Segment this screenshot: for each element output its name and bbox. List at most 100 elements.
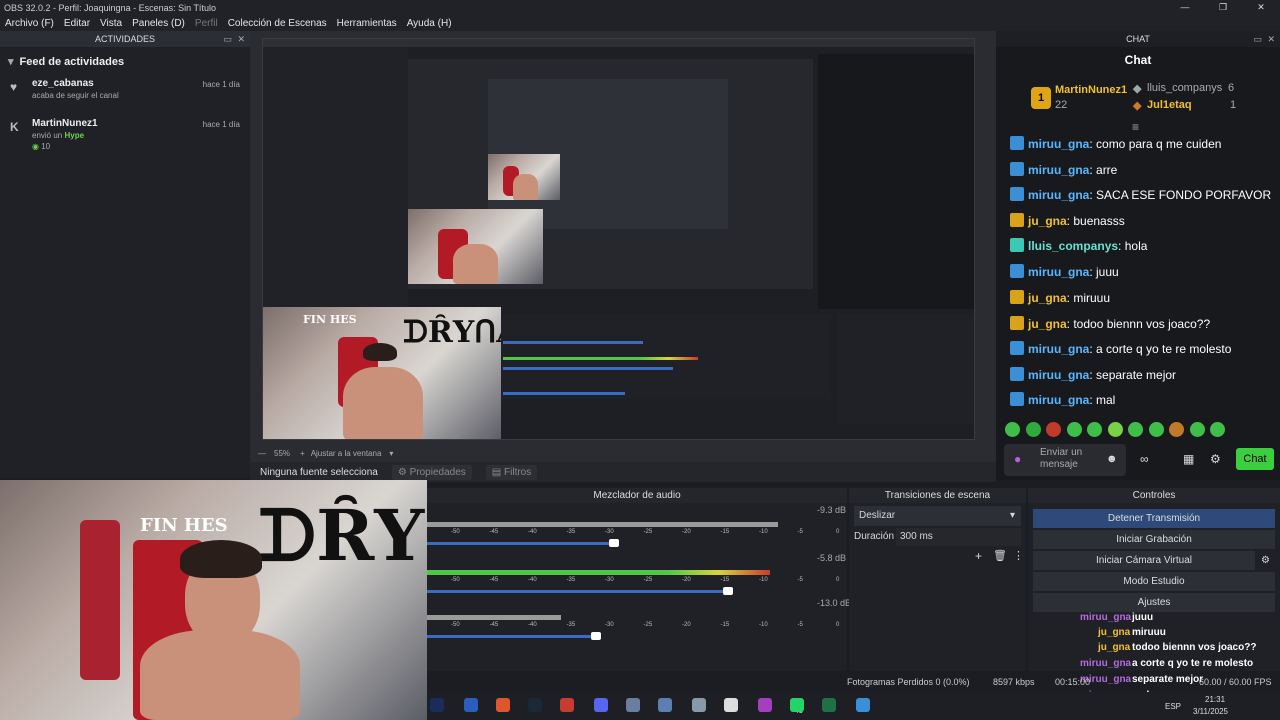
app-icon[interactable]	[626, 698, 640, 712]
emoji-icon[interactable]: ☻	[1106, 453, 1118, 465]
overlay-username: ju_gna	[1098, 627, 1131, 638]
meter-tick: -20	[682, 622, 691, 628]
chat-username[interactable]: ju_gna	[1028, 214, 1067, 228]
chat-username[interactable]: miruu_gna	[1028, 137, 1089, 151]
volume-slider[interactable]	[427, 542, 613, 545]
zoom-out-icon[interactable]: —	[258, 449, 266, 458]
add-icon[interactable]: +	[975, 549, 982, 563]
brave-icon[interactable]	[496, 698, 510, 712]
twitch-icon[interactable]	[758, 698, 772, 712]
more-icon[interactable]: ⋮	[1013, 549, 1024, 562]
meter-tick: -40	[528, 529, 537, 535]
fit-select[interactable]: Ajustar a la ventana	[311, 449, 382, 458]
meter-tick: -10	[759, 577, 768, 583]
chat-username[interactable]: ju_gna	[1028, 317, 1067, 331]
volume-slider[interactable]	[427, 590, 727, 593]
webcam-overlay: ᗪȒYᑎA FIN HES	[0, 480, 427, 720]
chat-username[interactable]: miruu_gna	[1028, 163, 1089, 177]
chat-text: todoo biennn vos joaco??	[1073, 317, 1211, 331]
app-arrow-icon[interactable]	[856, 698, 870, 712]
overlay-username: miruu_gna	[1080, 658, 1132, 669]
settings-button[interactable]: Ajustes	[1033, 593, 1275, 612]
meter-tick: -40	[528, 577, 537, 583]
chat-input[interactable]: ● Enviar un mensaje ☻	[1004, 444, 1126, 476]
chat-username[interactable]: ju_gna	[1028, 291, 1067, 305]
leader-value: 22	[1055, 99, 1068, 111]
leader-name: Jul1etaq	[1147, 99, 1192, 111]
chat-username[interactable]: lluis_companys	[1028, 239, 1118, 253]
chat-username[interactable]: miruu_gna	[1028, 393, 1089, 407]
duration-input[interactable]: 300 ms	[896, 528, 1021, 546]
chat-username[interactable]: miruu_gna	[1028, 188, 1089, 202]
volume-handle[interactable]	[591, 632, 601, 640]
user-badge-icon	[1010, 392, 1024, 406]
minimize-button[interactable]: —	[1166, 0, 1204, 15]
menu-paneles[interactable]: Paneles (D)	[127, 18, 190, 29]
steam-icon[interactable]	[528, 698, 542, 712]
chat-dock-title: CHAT	[1126, 34, 1150, 44]
word-icon[interactable]	[464, 698, 478, 712]
volume-handle[interactable]	[723, 587, 733, 595]
source-toolbar: Ninguna fuente selecciona ⚙ Propiedades …	[250, 462, 996, 482]
stop-stream-button[interactable]: Detener Transmisión	[1033, 509, 1275, 528]
meter-tick: -25	[643, 577, 653, 583]
preview-canvas[interactable]: ᗪȒYᑎA FIN HES	[262, 38, 975, 440]
menu-archivo[interactable]: Archivo (F)	[0, 18, 59, 29]
chat-message: miruu_gna: a corte q yo te re molesto	[1010, 341, 1231, 356]
photoshop-icon[interactable]	[430, 698, 444, 712]
infinity-icon[interactable]: ∞	[1140, 452, 1149, 466]
volume-handle[interactable]	[609, 539, 619, 547]
chat-username[interactable]: miruu_gna	[1028, 368, 1089, 382]
close-button[interactable]: ✕	[1242, 0, 1280, 15]
chat-send-button[interactable]: Chat	[1236, 448, 1274, 470]
menu-ayuda[interactable]: Ayuda (H)	[402, 18, 457, 29]
menu-coleccion[interactable]: Colección de Escenas	[223, 18, 332, 29]
chat-message: miruu_gna: mal	[1010, 392, 1115, 407]
maximize-button[interactable]: ❐	[1204, 0, 1242, 15]
explorer-icon[interactable]	[658, 698, 672, 712]
expand-icon[interactable]: ≡	[1132, 120, 1139, 134]
kick-coin-icon: ◉	[32, 142, 39, 151]
chat-message: ju_gna: buenasss	[1010, 213, 1125, 228]
menu-editar[interactable]: Editar	[59, 18, 95, 29]
notepad-icon[interactable]	[692, 698, 706, 712]
silver-badge-icon: ◆	[1133, 83, 1142, 95]
chat-username[interactable]: miruu_gna	[1028, 265, 1089, 279]
start-recording-button[interactable]: Iniciar Grabación	[1033, 530, 1275, 549]
user-badge-icon	[1010, 290, 1024, 304]
leader-value: 1	[1230, 99, 1237, 111]
overlay-text: todoo biennn vos joaco??	[1132, 642, 1257, 653]
capcut-icon[interactable]	[724, 698, 738, 712]
filters-button[interactable]: ▤ Filtros	[485, 464, 538, 480]
meter-tick: -15	[720, 577, 730, 583]
close-dock-icon[interactable]: ✕	[1267, 31, 1275, 47]
properties-button[interactable]: ⚙ Propiedades	[391, 464, 472, 480]
whatsapp-icon[interactable]	[790, 698, 804, 712]
channel-db: -13.0 dB	[817, 598, 852, 608]
discord-icon[interactable]	[594, 698, 608, 712]
transition-select[interactable]: Deslizar ▾	[854, 506, 1021, 526]
menu-vista[interactable]: Vista	[95, 18, 127, 29]
close-dock-icon[interactable]: ✕	[237, 31, 245, 47]
studio-mode-button[interactable]: Modo Estudio	[1033, 572, 1275, 591]
volume-slider[interactable]	[427, 635, 595, 638]
chat-username[interactable]: miruu_gna	[1028, 342, 1089, 356]
filter-icon: ▤	[491, 466, 502, 478]
excel-icon[interactable]	[822, 698, 836, 712]
virtual-camera-button[interactable]: Iniciar Cámara Virtual	[1033, 551, 1255, 570]
chat-message: miruu_gna: como para q me cuiden	[1010, 136, 1221, 151]
menu-herramientas[interactable]: Herramientas	[332, 18, 402, 29]
chevron-down-icon[interactable]: ▾	[8, 56, 14, 68]
gear-icon[interactable]: ⚙	[1261, 555, 1270, 566]
menu-perfil[interactable]: Perfil	[190, 18, 223, 29]
float-icon[interactable]: ▭	[1253, 31, 1262, 47]
meter-tick: -45	[489, 577, 499, 583]
settings-icon[interactable]: ⚙	[1210, 452, 1221, 466]
float-icon[interactable]: ▭	[223, 31, 232, 47]
store-icon[interactable]: ▦	[1183, 452, 1194, 466]
voicemod-icon[interactable]	[560, 698, 574, 712]
meter-tick: -10	[759, 529, 768, 535]
zoom-in-icon[interactable]: +	[300, 449, 305, 458]
chevron-down-icon[interactable]: ▾	[389, 449, 393, 458]
trash-icon[interactable]: 🗑	[993, 549, 1007, 562]
